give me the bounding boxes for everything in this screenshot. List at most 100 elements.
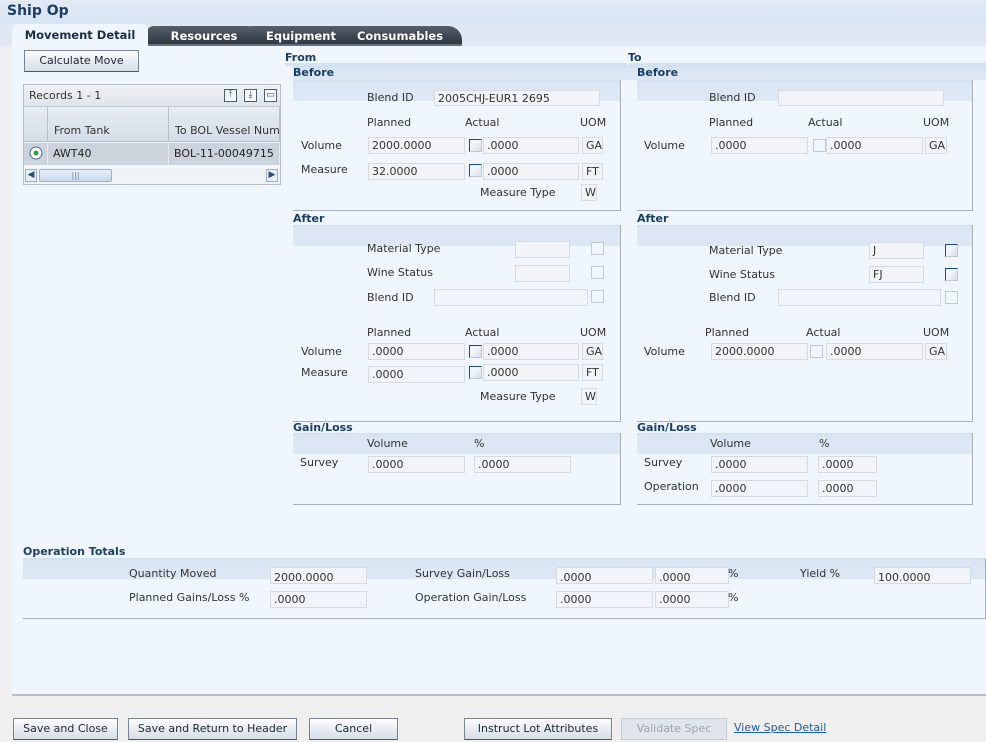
operation-gain-loss-pct[interactable]: .0000 — [655, 591, 729, 608]
save-and-return-button[interactable]: Save and Return to Header — [128, 718, 297, 740]
from-before-volume-label: Volume — [301, 139, 342, 152]
view-spec-detail-link[interactable]: View Spec Detail — [734, 721, 826, 734]
cell-from-tank[interactable]: AWT40 — [48, 143, 169, 165]
from-before-volume-planned[interactable]: 2000.0000 — [368, 137, 465, 154]
from-after-material-type-field[interactable] — [515, 241, 570, 258]
from-after-planned-header: Planned — [367, 326, 412, 339]
from-before-measure-planned[interactable]: 32.0000 — [368, 163, 465, 180]
to-after-wine-status-field[interactable]: FJ — [869, 266, 924, 283]
survey-pct-sign: % — [728, 567, 739, 580]
yield-label: Yield % — [800, 567, 841, 580]
horizontal-scrollbar[interactable]: ◀ ||| ▶ — [24, 168, 280, 183]
from-after-wine-status-checkbox[interactable] — [591, 266, 604, 279]
to-after-blend-id-checkbox[interactable] — [945, 291, 958, 304]
from-before-measure-type[interactable]: W — [581, 184, 597, 201]
scroll-thumb[interactable]: ||| — [39, 169, 112, 182]
quantity-moved-label: Quantity Moved — [129, 567, 217, 580]
from-after-blend-id-checkbox[interactable] — [591, 290, 604, 303]
to-before-actual-header: Actual — [808, 116, 843, 129]
to-before-volume-actual-checkbox[interactable] — [813, 139, 826, 152]
tab-movement-detail[interactable]: Movement Detail — [12, 24, 148, 46]
from-gl-volume-header: Volume — [367, 437, 408, 450]
from-gain-loss-band — [293, 433, 620, 454]
from-after-actual-header: Actual — [465, 326, 500, 339]
to-after-uom-header: UOM — [923, 326, 950, 339]
instruct-lot-attributes-button[interactable]: Instruct Lot Attributes — [464, 718, 612, 740]
import-icon[interactable]: ⤓ — [244, 89, 257, 102]
operation-pct-sign: % — [728, 591, 739, 604]
to-after-volume-uom[interactable]: GA — [925, 343, 947, 360]
from-after-blend-id-field[interactable] — [434, 289, 588, 306]
to-gl-survey-pct[interactable]: .0000 — [818, 456, 877, 473]
from-before-actual-header: Actual — [465, 116, 500, 129]
calculate-move-button[interactable]: Calculate Move — [24, 50, 139, 72]
grid-toolbar: Records 1 - 1 ⤒ ⤓ ▭ — [24, 85, 280, 107]
to-before-volume-planned[interactable]: .0000 — [711, 137, 808, 154]
from-after-material-type-checkbox[interactable] — [591, 242, 604, 255]
from-after-measure-uom[interactable]: FT — [582, 364, 603, 381]
from-after-measure-type[interactable]: W — [581, 388, 597, 405]
to-after-material-type-label: Material Type — [709, 244, 783, 257]
to-gl-operation-pct[interactable]: .0000 — [818, 480, 877, 497]
from-after-volume-label: Volume — [301, 345, 342, 358]
from-gl-survey-label: Survey — [300, 456, 339, 469]
from-after-volume-uom[interactable]: GA — [582, 343, 603, 360]
to-before-volume-uom[interactable]: GA — [925, 137, 947, 154]
cancel-button[interactable]: Cancel — [309, 718, 398, 740]
survey-gain-loss-value[interactable]: .0000 — [556, 567, 653, 584]
from-before-volume-actual-checkbox[interactable] — [469, 139, 482, 152]
cell-to-bol-vessel-number[interactable]: BOL-11-00049715 — [169, 143, 280, 165]
from-before-volume-uom[interactable]: GA — [582, 137, 603, 154]
from-after-band — [293, 225, 620, 246]
to-after-material-type-field[interactable]: J — [869, 242, 924, 259]
from-before-measure-type-label: Measure Type — [480, 186, 556, 199]
from-before-blend-id-field[interactable]: 2005CHJ-EUR1 2695 — [434, 90, 600, 106]
yield-field[interactable]: 100.0000 — [874, 567, 971, 584]
to-gl-operation-label: Operation — [644, 480, 699, 493]
tab-resources[interactable]: Resources — [146, 26, 262, 46]
scroll-right-icon[interactable]: ▶ — [266, 169, 278, 182]
from-before-measure-label: Measure — [301, 163, 348, 176]
from-after-wine-status-field[interactable] — [515, 265, 570, 282]
from-gl-survey-volume[interactable]: .0000 — [368, 456, 465, 473]
to-after-volume-actual[interactable]: .0000 — [826, 343, 923, 360]
row-select-radio[interactable] — [24, 143, 48, 165]
column-header-to-bol-vessel-number[interactable]: To BOL Vessel Number — [169, 107, 280, 142]
save-and-close-button[interactable]: Save and Close — [13, 718, 118, 740]
to-after-material-type-checkbox[interactable] — [945, 244, 958, 257]
from-after-volume-planned[interactable]: .0000 — [368, 343, 465, 360]
from-before-measure-actual[interactable]: .0000 — [483, 163, 579, 180]
from-after-volume-actual-checkbox[interactable] — [469, 345, 482, 358]
from-before-volume-actual[interactable]: .0000 — [483, 137, 579, 154]
to-gl-operation-volume[interactable]: .0000 — [711, 480, 808, 497]
to-gl-volume-header: Volume — [710, 437, 751, 450]
from-after-volume-actual[interactable]: .0000 — [483, 343, 579, 360]
from-after-measure-actual[interactable]: .0000 — [483, 364, 579, 381]
to-after-planned-header: Planned — [705, 326, 750, 339]
to-gl-survey-volume[interactable]: .0000 — [711, 456, 808, 473]
to-after-blend-id-field[interactable] — [778, 289, 941, 306]
operation-gain-loss-value[interactable]: .0000 — [556, 591, 653, 608]
export-icon[interactable]: ⤒ — [224, 89, 237, 102]
quantity-moved-field[interactable]: 2000.0000 — [270, 567, 367, 584]
planned-gains-loss-field[interactable]: .0000 — [270, 591, 367, 608]
from-after-measure-planned[interactable]: .0000 — [368, 366, 465, 383]
column-header-from-tank[interactable]: From Tank — [48, 107, 169, 142]
survey-gain-loss-label: Survey Gain/Loss — [415, 567, 510, 580]
from-gl-survey-pct[interactable]: .0000 — [474, 456, 571, 473]
to-before-volume-actual[interactable]: .0000 — [826, 137, 923, 154]
from-after-uom-header: UOM — [580, 326, 607, 339]
page-title: Ship Op — [7, 3, 69, 19]
survey-gain-loss-pct[interactable]: .0000 — [655, 567, 729, 584]
to-after-volume-actual-checkbox[interactable] — [810, 345, 823, 358]
scroll-left-icon[interactable]: ◀ — [25, 169, 37, 182]
from-after-measure-type-label: Measure Type — [480, 390, 556, 403]
to-before-blend-id-field[interactable] — [778, 90, 944, 106]
from-after-material-type-label: Material Type — [367, 242, 441, 255]
from-after-measure-actual-checkbox[interactable] — [469, 366, 482, 379]
to-after-volume-planned[interactable]: 2000.0000 — [711, 343, 808, 360]
from-before-measure-actual-checkbox[interactable] — [469, 164, 482, 177]
from-before-measure-uom[interactable]: FT — [582, 163, 603, 180]
to-after-wine-status-checkbox[interactable] — [945, 268, 958, 281]
maximize-icon[interactable]: ▭ — [264, 89, 277, 102]
